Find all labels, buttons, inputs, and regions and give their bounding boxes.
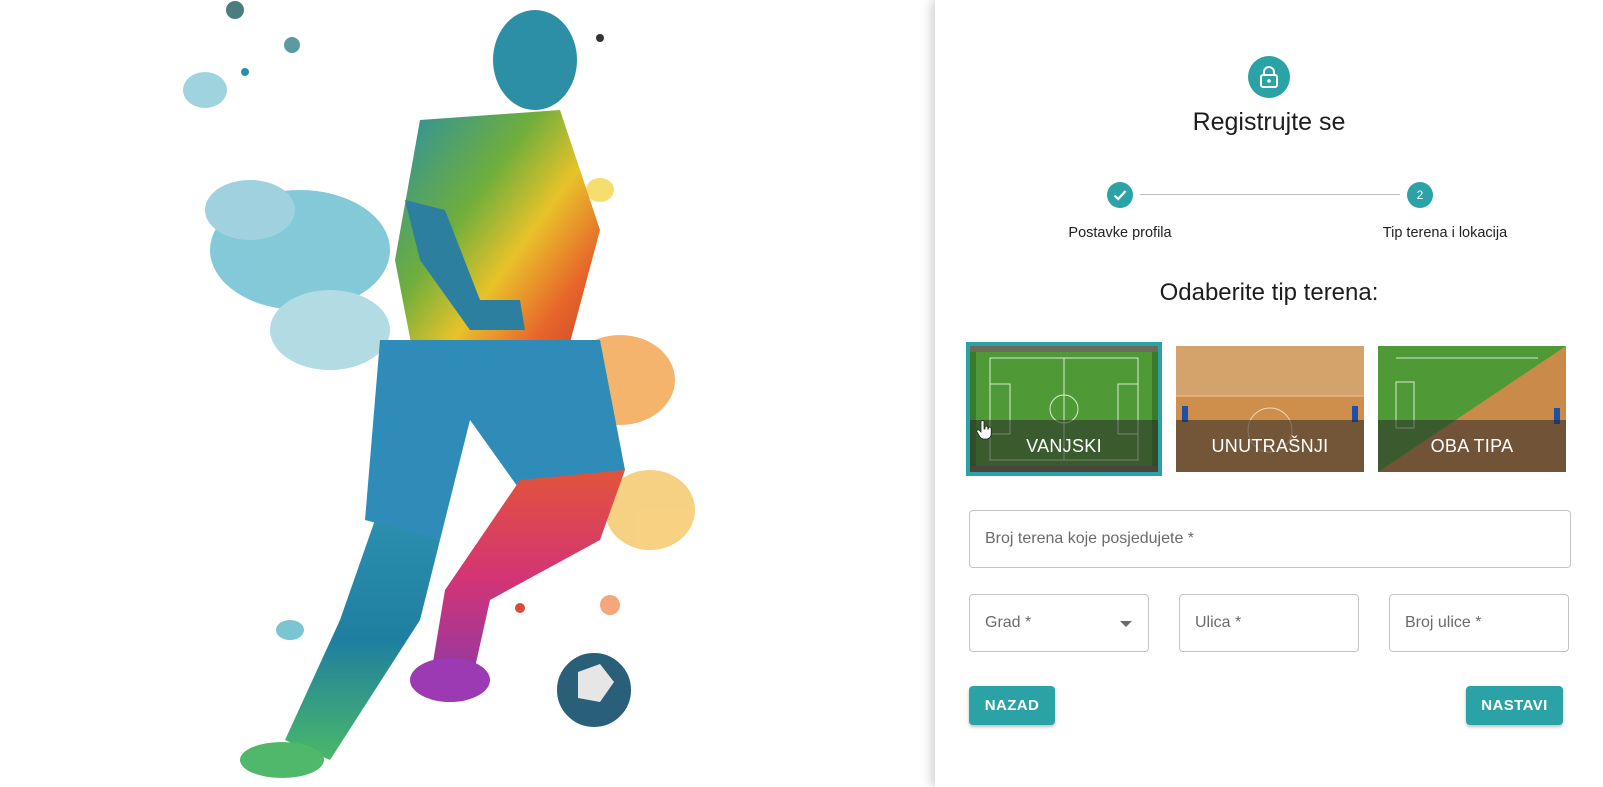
field-type-label: OBA TIPA: [1378, 420, 1566, 472]
field-type-card-both[interactable]: OBA TIPA: [1378, 346, 1566, 472]
street-label: Ulica *: [1195, 614, 1242, 631]
step-2-indicator: 2: [1407, 182, 1433, 208]
street-number-input[interactable]: Broj ulice *: [1389, 594, 1569, 652]
check-icon: [1113, 190, 1127, 201]
lock-avatar: [1248, 56, 1290, 98]
step-1-indicator: [1107, 182, 1133, 208]
field-type-label: VANJSKI: [970, 420, 1158, 472]
lock-icon: [1260, 66, 1278, 88]
courts-count-label: Broj terena koje posjedujete *: [985, 530, 1195, 547]
section-subtitle: Odaberite tip terena:: [1159, 279, 1379, 306]
field-type-label: UNUTRAŠNJI: [1176, 420, 1364, 472]
field-type-card-indoor[interactable]: UNUTRAŠNJI: [1176, 346, 1364, 472]
page-title: Registrujte se: [1192, 108, 1346, 136]
next-button[interactable]: NASTAVI: [1466, 686, 1563, 725]
soccer-player-illustration: [183, 1, 695, 778]
city-label: Grad *: [985, 614, 1032, 631]
chevron-down-icon: [1120, 621, 1132, 627]
city-select[interactable]: Grad *: [969, 594, 1149, 652]
back-button[interactable]: NAZAD: [969, 686, 1055, 725]
field-type-card-outdoor[interactable]: VANJSKI: [966, 342, 1162, 476]
field-type-label-text: VANJSKI: [1026, 435, 1102, 456]
courts-count-input[interactable]: Broj terena koje posjedujete *: [969, 510, 1571, 568]
hero-illustration: [0, 0, 935, 787]
step-1-label: Postavke profila: [1068, 225, 1172, 241]
step-2-label: Tip terena i lokacija: [1382, 225, 1508, 241]
stepper-connector: [1140, 194, 1400, 195]
registration-panel: Registrujte se 2 Postavke profila Tip te…: [935, 0, 1603, 787]
street-input[interactable]: Ulica *: [1179, 594, 1359, 652]
street-number-label: Broj ulice *: [1405, 614, 1482, 631]
hand-pointer-icon: [976, 420, 992, 440]
